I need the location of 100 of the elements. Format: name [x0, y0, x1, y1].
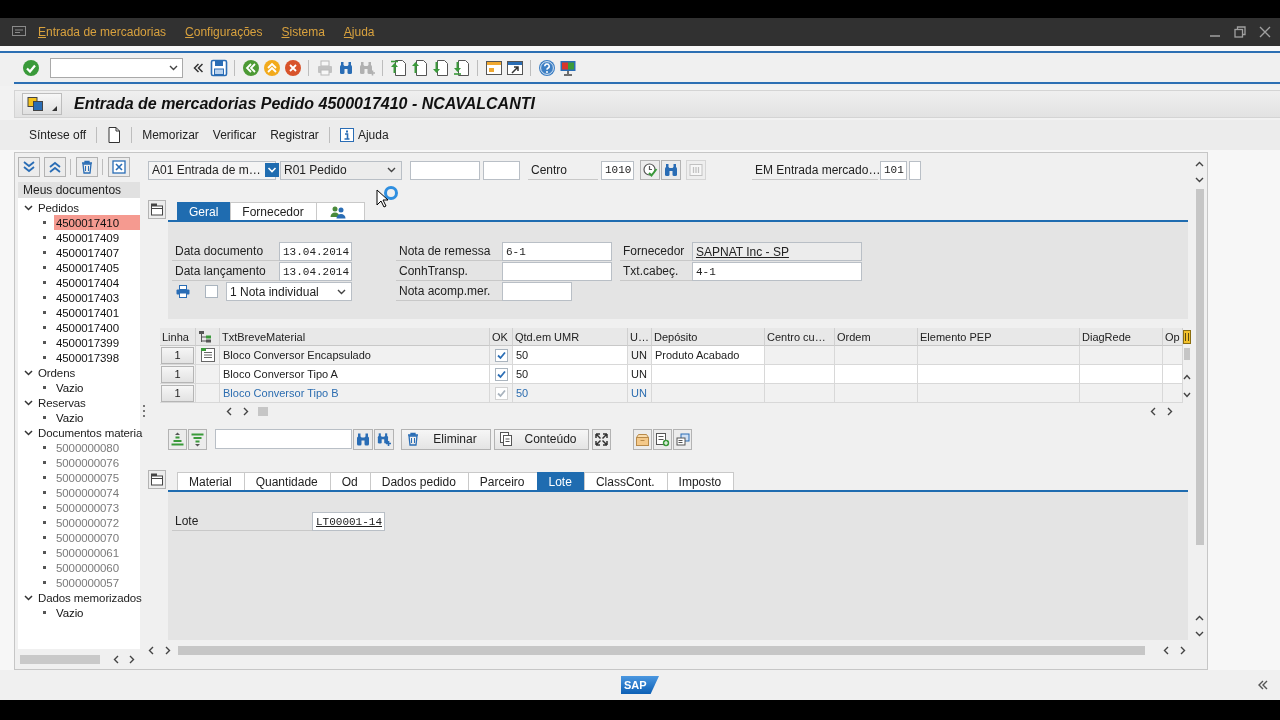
tree-folder[interactable]: Documentos materia [37, 426, 144, 439]
tab[interactable]: Dados pedido [369, 472, 469, 490]
input-cell[interactable] [652, 365, 765, 384]
chevron-left-icon[interactable] [1150, 406, 1156, 416]
double-chevron-icon[interactable] [192, 61, 203, 74]
chevron-down-icon[interactable] [24, 593, 33, 602]
expand-arrows-icon[interactable] [592, 428, 611, 450]
system-menu-icon[interactable] [12, 26, 26, 38]
tree-folder[interactable]: Reservas [37, 396, 87, 409]
back-arrows-icon[interactable] [241, 58, 260, 77]
column-header[interactable]: U… [628, 328, 652, 346]
menu-item[interactable]: Ajuda [343, 25, 375, 39]
dropdown[interactable]: 1 Nota individual [226, 282, 352, 301]
input-field[interactable]: 1010 [601, 160, 634, 180]
column-header[interactable]: Op [1163, 328, 1183, 346]
windows-icon[interactable] [673, 428, 692, 450]
check-icon[interactable] [21, 58, 40, 77]
column-header[interactable]: Ordem [835, 328, 918, 346]
tiles-icon[interactable] [27, 96, 44, 112]
input-field[interactable]: 101 [880, 160, 907, 180]
chevron-down-icon[interactable] [24, 368, 33, 377]
scrollbar[interactable] [20, 654, 100, 664]
help-icon[interactable] [537, 58, 556, 77]
first-page-icon[interactable] [389, 58, 408, 77]
chevron-down-icon[interactable] [1183, 392, 1191, 398]
tree-item[interactable]: Vazio [54, 605, 140, 620]
binoculars-icon[interactable] [353, 428, 373, 450]
print-icon[interactable] [176, 285, 190, 298]
tab[interactable]: Lote [536, 472, 585, 490]
close-icon[interactable] [108, 157, 130, 177]
panel-icon[interactable] [148, 200, 166, 219]
clock-check-icon[interactable] [640, 160, 660, 180]
double-chevron-up-icon[interactable] [44, 157, 66, 177]
caret-icon[interactable] [169, 64, 178, 71]
scrollbar-thumb[interactable] [258, 406, 268, 416]
window-icon[interactable] [484, 58, 503, 77]
caret-icon[interactable] [387, 167, 396, 173]
chevron-right-icon[interactable] [165, 645, 171, 655]
chevron-up-icon[interactable] [1195, 161, 1204, 167]
chevron-right-icon[interactable] [129, 654, 135, 664]
hierarchy-icon[interactable] [198, 329, 212, 344]
column-settings-icon[interactable] [1183, 330, 1191, 344]
toolbar-item[interactable]: Síntese off [22, 126, 94, 144]
column-header[interactable]: Depósito [652, 328, 765, 346]
input-field[interactable] [483, 160, 520, 180]
chevron-down-icon[interactable] [24, 428, 33, 437]
row-selector[interactable]: 1 [161, 346, 194, 364]
document-icon[interactable] [107, 127, 122, 143]
tree-item[interactable]: 4500017399 [54, 335, 140, 350]
tree-item[interactable]: 4500017409 [54, 230, 140, 245]
chevron-up-icon[interactable] [1195, 615, 1204, 621]
toolbar-item[interactable]: Registrar [263, 126, 326, 144]
column-header[interactable]: Elemento PEP [918, 328, 1080, 346]
copy-icon[interactable] [499, 432, 513, 446]
tree-item[interactable]: 4500017410 [54, 215, 140, 230]
monitor-icon[interactable] [558, 58, 577, 77]
tab[interactable]: Od [329, 472, 371, 490]
row-selector[interactable]: 1 [161, 365, 194, 383]
column-header[interactable]: DiagRede [1080, 328, 1163, 346]
chevron-right-icon[interactable] [1167, 406, 1173, 416]
scrollbar[interactable] [178, 645, 1145, 655]
tab[interactable]: Quantidade [243, 472, 331, 490]
trash-icon[interactable] [406, 432, 420, 446]
dropdown[interactable]: A01 Entrada de m… [148, 160, 276, 180]
tree-item[interactable]: 4500017407 [54, 245, 140, 260]
column-header[interactable]: Linha [160, 328, 196, 346]
tab[interactable]: ClassCont. [583, 472, 668, 490]
document-plus-icon[interactable] [653, 428, 672, 450]
input-field[interactable] [909, 160, 921, 180]
double-chevron-down-icon[interactable] [18, 157, 40, 177]
chevron-right-icon[interactable] [1180, 645, 1186, 655]
input-field[interactable] [410, 160, 480, 180]
tree-item[interactable]: 4500017398 [54, 350, 140, 365]
caret-icon[interactable] [337, 288, 346, 295]
caret-icon[interactable] [52, 106, 57, 111]
toolbar-item[interactable]: Verificar [205, 126, 264, 144]
tab[interactable]: Material [177, 472, 245, 490]
tab[interactable]: Geral [177, 202, 232, 220]
stacked-lines-icon[interactable] [168, 428, 187, 450]
checkbox[interactable] [205, 285, 218, 298]
close-icon[interactable] [1259, 26, 1271, 38]
input-field[interactable] [502, 262, 612, 281]
restore-icon[interactable] [1234, 26, 1246, 38]
menu-button[interactable] [22, 93, 62, 115]
chevron-down-icon[interactable] [1195, 177, 1204, 183]
trash-icon[interactable] [76, 157, 98, 177]
tree-item[interactable]: Vazio [54, 410, 140, 425]
binoculars-icon[interactable] [661, 160, 681, 180]
tab[interactable] [315, 202, 365, 220]
tab[interactable]: Parceiro [467, 472, 538, 490]
tab[interactable]: Fornecedor [230, 202, 317, 220]
column-header[interactable]: TxtBreveMaterial [220, 328, 490, 346]
dropdown[interactable]: R01 Pedido [280, 160, 402, 180]
display-field[interactable]: SAPNAT Inc - SP [692, 242, 862, 261]
input-field[interactable]: 4-1 [692, 262, 862, 281]
input-cell[interactable]: 50 [513, 346, 628, 365]
copy-button[interactable]: Conteúdo [494, 428, 589, 450]
menu-item[interactable]: Entrada de mercadorias [38, 25, 167, 39]
save-icon[interactable] [209, 58, 228, 77]
document-icon[interactable] [200, 348, 215, 362]
